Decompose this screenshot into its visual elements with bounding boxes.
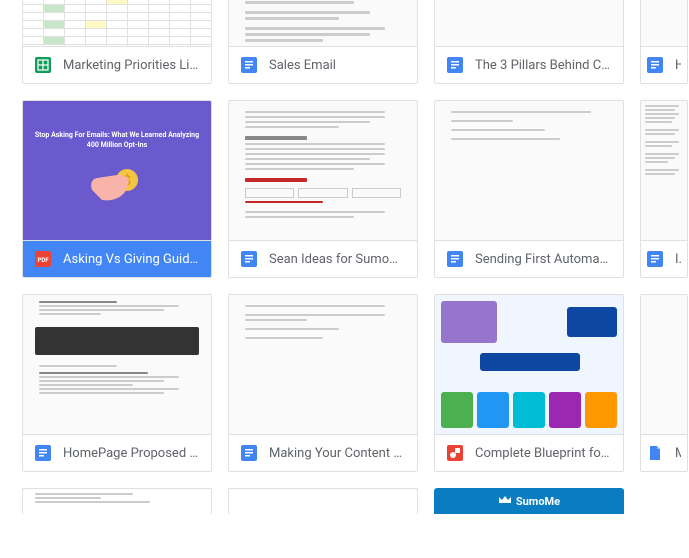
docs-icon (647, 251, 663, 267)
thumbnail (435, 101, 623, 241)
file-titlebar: PDF Asking Vs Giving Guide... (23, 241, 211, 277)
file-card-partial[interactable] (22, 488, 212, 514)
thumbnail (23, 295, 211, 435)
docs-icon (35, 445, 51, 461)
thumbnail (641, 0, 687, 47)
docs-icon (647, 445, 663, 461)
file-card[interactable]: Stop Asking For Emails: What We Learned … (22, 100, 212, 278)
file-titlebar: Complete Blueprint for ... (435, 435, 623, 471)
docs-icon (241, 57, 257, 73)
file-card[interactable]: M (640, 294, 688, 472)
docs-icon (241, 445, 257, 461)
file-titlebar: Making Your Content W... (229, 435, 417, 471)
file-titlebar: Sales Email (229, 47, 417, 83)
file-card[interactable]: Id (640, 100, 688, 278)
file-title: HomePage Proposed L... (63, 446, 199, 461)
thumbnail (435, 295, 623, 435)
file-titlebar: Marketing Priorities List (23, 47, 211, 83)
file-card[interactable]: HomePage Proposed L... (22, 294, 212, 472)
docs-icon (447, 57, 463, 73)
file-title: Complete Blueprint for ... (475, 446, 611, 461)
file-grid: Marketing Priorities List Sales Email (0, 0, 689, 472)
file-card[interactable]: Sending First Automate... (434, 100, 624, 278)
docs-icon (241, 251, 257, 267)
thumbnail (641, 101, 687, 241)
file-title: Making Your Content W... (269, 446, 405, 461)
file-titlebar: Ho (641, 47, 687, 83)
file-card[interactable]: Making Your Content W... (228, 294, 418, 472)
thumbnail (229, 0, 417, 47)
file-title: Asking Vs Giving Guide... (63, 252, 199, 267)
svg-text:PDF: PDF (37, 257, 49, 264)
footer-row: SumoMe (0, 488, 689, 514)
cover-text: Stop Asking For Emails: What We Learned … (31, 131, 203, 149)
file-title: Ho (675, 58, 681, 73)
docs-icon (647, 57, 663, 73)
file-titlebar: The 3 Pillars Behind Co... (435, 47, 623, 83)
drawings-icon (447, 445, 463, 461)
file-titlebar: Sean Ideas for SumoM... (229, 241, 417, 277)
file-card[interactable]: Sean Ideas for SumoM... (228, 100, 418, 278)
crown-icon (498, 495, 512, 508)
thumbnail: Stop Asking For Emails: What We Learned … (23, 101, 211, 241)
sumome-badge[interactable]: SumoMe (434, 488, 624, 514)
file-titlebar: Sending First Automate... (435, 241, 623, 277)
thumbnail (435, 0, 623, 47)
file-title: Sean Ideas for SumoM... (269, 252, 405, 267)
thumbnail (229, 295, 417, 435)
file-card[interactable]: Ho (640, 0, 688, 84)
file-title: Sending First Automate... (475, 252, 611, 267)
file-title: Marketing Priorities List (63, 58, 199, 73)
pdf-icon: PDF (35, 251, 51, 267)
file-card-partial[interactable] (228, 488, 418, 514)
file-card[interactable]: Sales Email (228, 0, 418, 84)
file-titlebar: Id (641, 241, 687, 277)
thumbnail (229, 101, 417, 241)
file-card[interactable]: Marketing Priorities List (22, 0, 212, 84)
file-title: M (675, 446, 681, 461)
file-card[interactable]: Complete Blueprint for ... (434, 294, 624, 472)
file-titlebar: HomePage Proposed L... (23, 435, 211, 471)
file-card[interactable]: The 3 Pillars Behind Co... (434, 0, 624, 84)
sheets-icon (35, 57, 51, 73)
file-title: The 3 Pillars Behind Co... (475, 58, 611, 73)
file-title: Id (675, 252, 681, 267)
thumbnail (23, 0, 211, 47)
file-title: Sales Email (269, 58, 405, 73)
file-titlebar: M (641, 435, 687, 471)
badge-label: SumoMe (516, 495, 560, 508)
thumbnail (641, 295, 687, 435)
docs-icon (447, 251, 463, 267)
